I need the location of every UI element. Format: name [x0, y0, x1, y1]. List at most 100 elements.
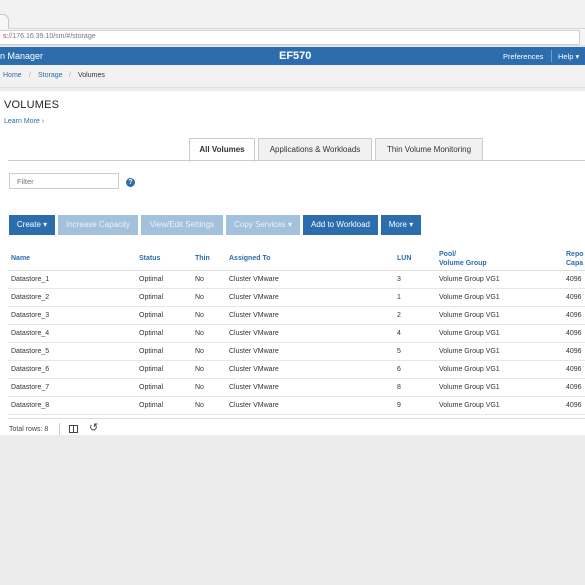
table-row[interactable]: Datastore_3 Optimal No Cluster VMware 2 Volum… [8, 307, 585, 325]
column-header-assigned-to[interactable]: Assigned To [229, 254, 270, 263]
table-row[interactable]: Datastore_6 Optimal No Cluster VMware 6 Volum… [8, 361, 585, 379]
help-menu[interactable]: Help ▾ [558, 52, 579, 61]
footer-divider [59, 423, 60, 435]
cell-name: Datastore_1 [11, 276, 50, 283]
tab-divider [8, 160, 585, 161]
column-header-status[interactable]: Status [139, 254, 160, 263]
cell-pool: Volume Group VG1 [439, 348, 500, 355]
table-row[interactable]: Datastore_2 Optimal No Cluster VMware 1 Volum… [8, 289, 585, 307]
cell-capacity: 4096 [566, 294, 582, 301]
question-circle-icon[interactable]: ? [126, 178, 135, 187]
cell-lun: 9 [397, 402, 401, 409]
cell-status: Optimal [139, 330, 164, 337]
breadcrumb-home[interactable]: Home [3, 72, 22, 79]
cell-thin: No [195, 366, 204, 373]
page-background [0, 435, 585, 585]
cell-name: Datastore_2 [11, 294, 50, 301]
cell-capacity: 4096 [566, 366, 582, 373]
browser-tab[interactable] [0, 14, 9, 29]
url-text: s://176.16.39.10/sm/#/storage [3, 33, 96, 40]
cell-lun: 5 [397, 348, 401, 355]
cell-status: Optimal [139, 276, 164, 283]
column-header-name[interactable]: Name [11, 254, 30, 263]
filter-input[interactable] [9, 173, 119, 189]
tab-thin-volume-monitoring[interactable]: Thin Volume Monitoring [375, 138, 483, 161]
app-header: n Manager EF570 Preferences Help ▾ [0, 47, 585, 65]
page-title: VOLUMES [4, 99, 60, 111]
cell-capacity: 4096 [566, 402, 582, 409]
cell-thin: No [195, 402, 204, 409]
cell-lun: 6 [397, 366, 401, 373]
cell-thin: No [195, 348, 204, 355]
columns-icon[interactable] [69, 425, 78, 433]
cell-thin: No [195, 312, 204, 319]
cell-lun: 4 [397, 330, 401, 337]
cell-pool: Volume Group VG1 [439, 294, 500, 301]
cell-assigned-to: Cluster VMware [229, 402, 279, 409]
cell-lun: 2 [397, 312, 401, 319]
copy-services-button[interactable]: Copy Services ▾ [226, 215, 300, 235]
breadcrumb-storage[interactable]: Storage [38, 72, 63, 79]
cell-name: Datastore_4 [11, 330, 50, 337]
cell-status: Optimal [139, 366, 164, 373]
cell-name: Datastore_5 [11, 348, 50, 355]
table-row[interactable]: Datastore_8 Optimal No Cluster VMware 9 Volum… [8, 397, 585, 415]
cell-capacity: 4096 [566, 330, 582, 337]
refresh-icon[interactable]: ↺ [89, 421, 98, 434]
main-content: VOLUMES Learn More › All Volumes Applica… [0, 91, 585, 435]
tab-all-volumes[interactable]: All Volumes [189, 138, 255, 162]
table-row[interactable]: Datastore_7 Optimal No Cluster VMware 8 Volum… [8, 379, 585, 397]
cell-assigned-to: Cluster VMware [229, 294, 279, 301]
cell-thin: No [195, 384, 204, 391]
cell-assigned-to: Cluster VMware [229, 312, 279, 319]
increase-capacity-button[interactable]: Increase Capacity [58, 215, 138, 235]
cell-thin: No [195, 294, 204, 301]
cell-status: Optimal [139, 294, 164, 301]
add-to-workload-button[interactable]: Add to Workload [303, 215, 378, 235]
breadcrumb: Home / Storage / Volumes [0, 65, 585, 88]
cell-name: Datastore_3 [11, 312, 50, 319]
column-header-pool-line1: Pool/ [439, 251, 457, 258]
table-row[interactable]: Datastore_5 Optimal No Cluster VMware 5 Volum… [8, 343, 585, 361]
create-button[interactable]: Create ▾ [9, 215, 55, 235]
cell-lun: 8 [397, 384, 401, 391]
column-header-capacity-line2: Capa [566, 260, 584, 267]
device-name: EF570 [279, 50, 312, 62]
cell-assigned-to: Cluster VMware [229, 348, 279, 355]
cell-status: Optimal [139, 348, 164, 355]
cell-name: Datastore_7 [11, 384, 50, 391]
cell-pool: Volume Group VG1 [439, 276, 500, 283]
column-header-capacity-line1: Repo [566, 251, 584, 258]
cell-capacity: 4096 [566, 312, 582, 319]
cell-thin: No [195, 330, 204, 337]
cell-pool: Volume Group VG1 [439, 384, 500, 391]
table-row[interactable]: Datastore_1 Optimal No Cluster VMware 3 Volum… [8, 271, 585, 289]
browser-tab-bar [0, 0, 585, 29]
cell-capacity: 4096 [566, 384, 582, 391]
cell-pool: Volume Group VG1 [439, 402, 500, 409]
total-rows: Total rows: 8 [9, 426, 49, 433]
column-header-lun[interactable]: LUN [397, 254, 411, 263]
table-row[interactable]: Datastore_4 Optimal No Cluster VMware 4 Volum… [8, 325, 585, 343]
more-button[interactable]: More ▾ [381, 215, 421, 235]
cell-assigned-to: Cluster VMware [229, 276, 279, 283]
tab-applications-workloads[interactable]: Applications & Workloads [258, 138, 372, 161]
app-brand: n Manager [0, 51, 44, 61]
url-field[interactable]: s://176.16.39.10/sm/#/storage [0, 30, 580, 45]
cell-capacity: 4096 [566, 348, 582, 355]
column-header-pool-line2: Volume Group [439, 260, 487, 267]
column-header-capacity[interactable]: Repo Capa [566, 250, 584, 268]
breadcrumb-separator: / [29, 72, 31, 79]
cell-status: Optimal [139, 402, 164, 409]
column-header-thin[interactable]: Thin [195, 254, 210, 263]
cell-capacity: 4096 [566, 276, 582, 283]
preferences-link[interactable]: Preferences [503, 52, 543, 61]
column-header-pool[interactable]: Pool/Volume Group [439, 250, 487, 268]
cell-lun: 3 [397, 276, 401, 283]
cell-status: Optimal [139, 312, 164, 319]
breadcrumb-separator: / [69, 72, 71, 79]
view-edit-settings-button[interactable]: View/Edit Settings [141, 215, 223, 235]
cell-name: Datastore_6 [11, 366, 50, 373]
cell-pool: Volume Group VG1 [439, 330, 500, 337]
learn-more-link[interactable]: Learn More › [4, 118, 44, 125]
